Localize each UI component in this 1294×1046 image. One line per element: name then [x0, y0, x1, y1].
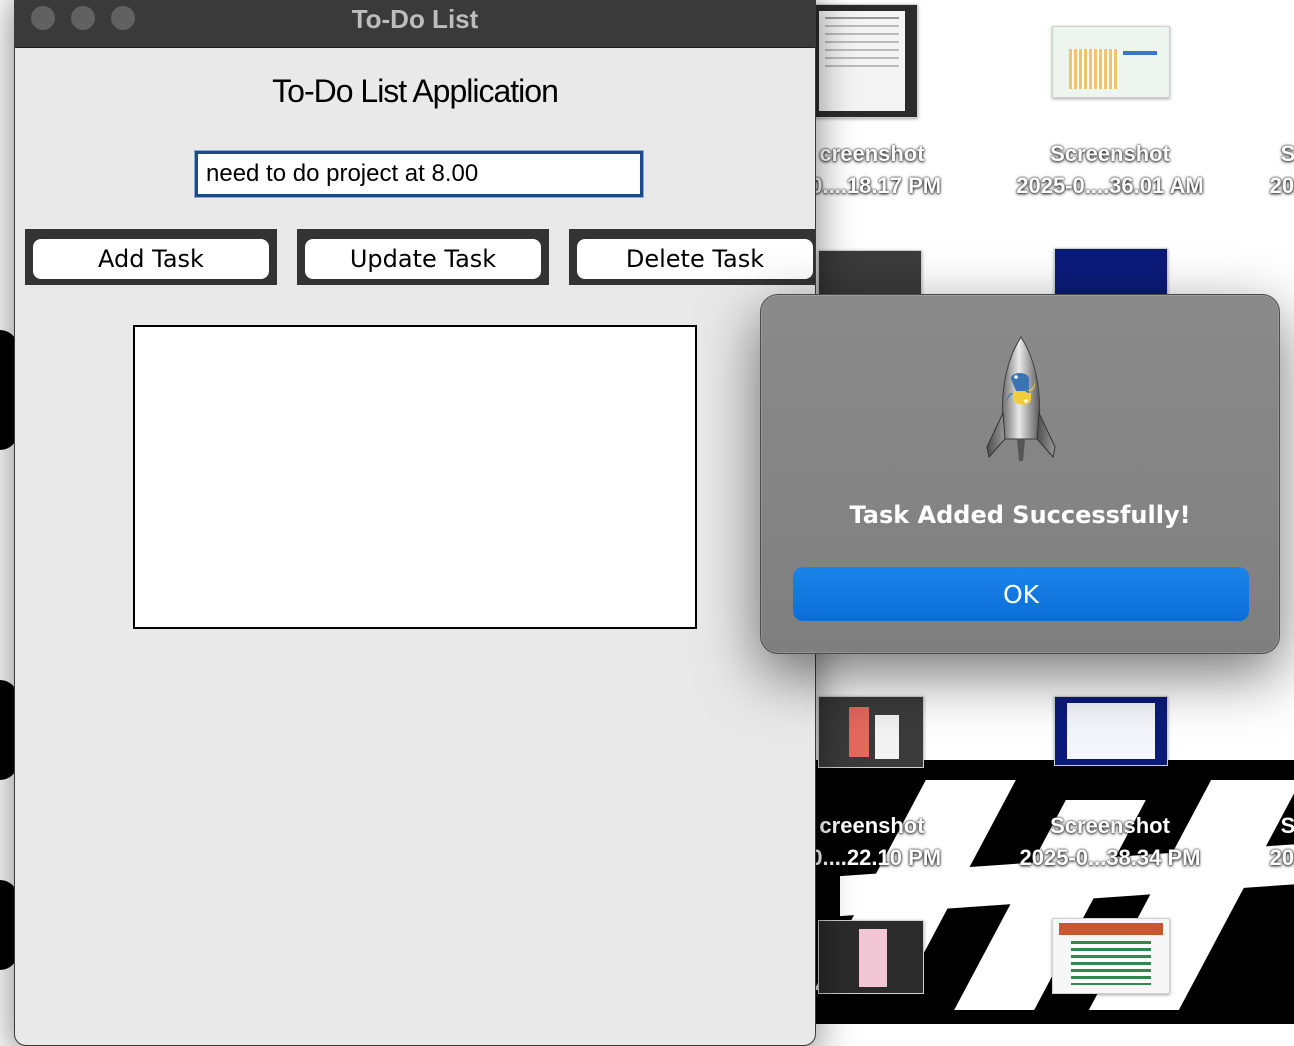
ok-button[interactable]: OK	[793, 567, 1249, 621]
python-launcher-rocket-icon	[986, 336, 1056, 461]
add-task-button-frame: Add Task	[25, 229, 277, 285]
screenshot-thumbnail[interactable]	[818, 920, 924, 994]
alert-message: Task Added Successfully!	[849, 501, 1191, 529]
screenshot-thumbnail[interactable]	[818, 696, 924, 768]
screenshot-thumbnail[interactable]	[818, 250, 922, 298]
task-listbox[interactable]	[133, 325, 697, 629]
screenshot-thumbnail[interactable]	[1052, 918, 1170, 994]
update-task-button[interactable]: Update Task	[305, 239, 541, 279]
window-titlebar[interactable]: To-Do List	[15, 0, 815, 48]
screenshot-thumbnail[interactable]	[1054, 696, 1168, 766]
desktop-icon-label[interactable]: S 202	[1168, 810, 1294, 874]
window-title: To-Do List	[351, 4, 479, 34]
app-heading: To-Do List Application	[272, 73, 559, 109]
screenshot-thumbnail[interactable]	[1052, 26, 1170, 98]
alert-dialog: Task Added Successfully! OK	[760, 294, 1280, 654]
add-task-button[interactable]: Add Task	[33, 239, 269, 279]
delete-task-button-frame: Delete Task	[569, 229, 815, 285]
task-input[interactable]	[194, 150, 644, 198]
screenshot-thumbnail[interactable]	[1054, 248, 1168, 298]
desktop-icon-label[interactable]: S 202	[1168, 138, 1294, 202]
todo-app-window: To-Do List To-Do List Application Add Ta…	[14, 0, 816, 1046]
delete-task-button[interactable]: Delete Task	[577, 239, 813, 279]
update-task-button-frame: Update Task	[297, 229, 549, 285]
screenshot-thumbnail[interactable]	[800, 4, 918, 118]
